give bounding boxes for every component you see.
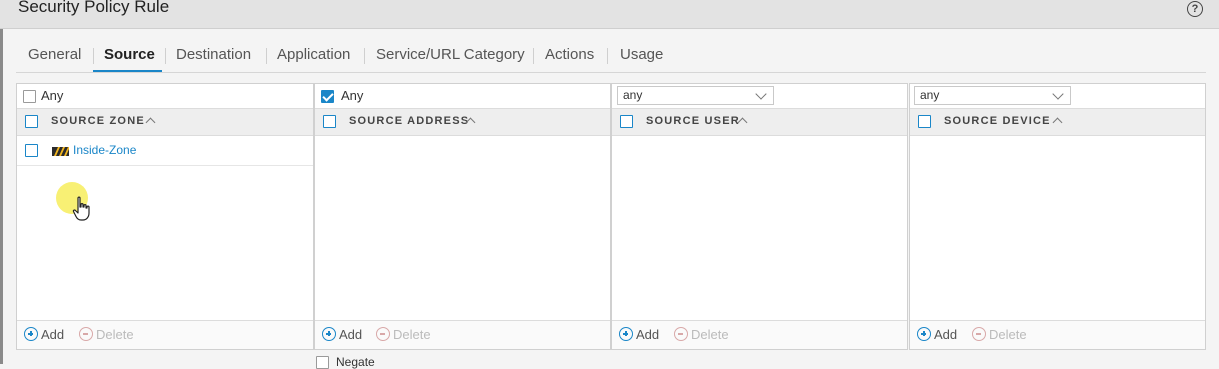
source-user-select[interactable]: any: [617, 86, 774, 105]
source-device-select[interactable]: any: [914, 86, 1071, 105]
source-zone-any-checkbox[interactable]: [23, 90, 36, 103]
delete-label: Delete: [989, 327, 1027, 342]
delete-icon: [972, 327, 986, 341]
source-device-footer: Add Delete: [910, 320, 1205, 349]
tab-usage[interactable]: Usage: [620, 46, 663, 63]
source-address-any-label: Any: [341, 88, 364, 103]
tab-separator: [266, 48, 267, 64]
chevron-down-icon: [1052, 88, 1064, 100]
delete-source-device-button[interactable]: Delete: [972, 327, 1027, 342]
source-zone-any-row: Any: [17, 84, 313, 108]
sort-ascending-icon[interactable]: [1052, 117, 1063, 128]
window-edge: [0, 0, 3, 364]
negate-label: Negate: [336, 355, 375, 369]
tab-service-url-category[interactable]: Service/URL Category: [376, 46, 525, 63]
source-user-select-value: any: [623, 88, 643, 102]
delete-source-user-button[interactable]: Delete: [674, 327, 729, 342]
dialog-titlebar: Security Policy Rule ?: [0, 0, 1219, 29]
delete-label: Delete: [691, 327, 729, 342]
delete-icon: [376, 327, 390, 341]
tab-bar: General Source Destination Application S…: [16, 44, 1206, 73]
source-zone-footer: Add Delete: [17, 320, 313, 349]
add-label: Add: [41, 327, 65, 342]
source-user-panel: any SOURCE USER Add Delete: [611, 83, 908, 350]
dialog-title: Security Policy Rule: [18, 0, 170, 16]
add-source-device-button[interactable]: Add: [917, 327, 957, 342]
source-user-column-header[interactable]: SOURCE USER: [612, 108, 907, 136]
source-address-panel: Any SOURCE ADDRESS Add Delete: [314, 83, 611, 350]
delete-label: Delete: [96, 327, 134, 342]
add-source-address-button[interactable]: Add: [322, 327, 362, 342]
tab-separator: [93, 48, 94, 64]
add-source-user-button[interactable]: Add: [619, 327, 659, 342]
source-device-panel: any SOURCE DEVICE Add Delete: [909, 83, 1206, 350]
tab-destination[interactable]: Destination: [176, 46, 251, 63]
source-user-header-label: SOURCE USER: [646, 115, 740, 127]
tab-source[interactable]: Source: [104, 46, 155, 63]
delete-label: Delete: [393, 327, 431, 342]
zone-icon: [52, 147, 69, 156]
source-address-any-checkbox[interactable]: [321, 90, 334, 103]
tab-separator: [533, 48, 534, 64]
add-label: Add: [636, 327, 660, 342]
source-zone-panel: Any SOURCE ZONE Inside-Zone Add Delete: [16, 83, 314, 350]
source-zone-column-header[interactable]: SOURCE ZONE: [17, 108, 313, 136]
source-zone-select-all-checkbox[interactable]: [25, 115, 38, 128]
chevron-down-icon: [755, 88, 767, 100]
active-tab-indicator: [93, 70, 162, 72]
add-icon: [619, 327, 633, 341]
tab-separator: [364, 48, 365, 64]
hand-pointer-icon: [72, 196, 90, 221]
add-label: Add: [934, 327, 958, 342]
source-device-column-header[interactable]: SOURCE DEVICE: [910, 108, 1205, 136]
tab-separator: [165, 48, 166, 64]
add-icon: [322, 327, 336, 341]
add-icon: [917, 327, 931, 341]
source-address-select-all-checkbox[interactable]: [323, 115, 336, 128]
source-address-column-header[interactable]: SOURCE ADDRESS: [315, 108, 610, 136]
negate-checkbox[interactable]: [316, 356, 329, 369]
tab-actions[interactable]: Actions: [545, 46, 594, 63]
row-checkbox[interactable]: [25, 144, 38, 157]
tab-application[interactable]: Application: [277, 46, 350, 63]
source-user-footer: Add Delete: [612, 320, 907, 349]
source-device-header-label: SOURCE DEVICE: [944, 115, 1051, 127]
zone-link-inside-zone[interactable]: Inside-Zone: [73, 143, 136, 157]
tab-separator: [607, 48, 608, 64]
source-user-select-all-checkbox[interactable]: [620, 115, 633, 128]
source-zone-any-label: Any: [41, 88, 64, 103]
delete-source-zone-button[interactable]: Delete: [79, 327, 134, 342]
source-user-select-row: any: [612, 84, 907, 108]
add-source-zone-button[interactable]: Add: [24, 327, 64, 342]
source-address-footer: Add Delete: [315, 320, 610, 349]
sort-ascending-icon[interactable]: [145, 117, 156, 128]
source-address-any-row: Any: [315, 84, 610, 108]
tab-general[interactable]: General: [28, 46, 81, 63]
source-device-select-value: any: [920, 88, 940, 102]
table-row: Inside-Zone: [17, 136, 313, 166]
add-label: Add: [339, 327, 363, 342]
source-address-header-label: SOURCE ADDRESS: [349, 115, 470, 127]
source-zone-header-label: SOURCE ZONE: [51, 115, 145, 127]
add-icon: [24, 327, 38, 341]
delete-source-address-button[interactable]: Delete: [376, 327, 431, 342]
source-device-select-row: any: [910, 84, 1205, 108]
help-icon[interactable]: ?: [1187, 1, 1203, 17]
delete-icon: [674, 327, 688, 341]
source-device-select-all-checkbox[interactable]: [918, 115, 931, 128]
delete-icon: [79, 327, 93, 341]
